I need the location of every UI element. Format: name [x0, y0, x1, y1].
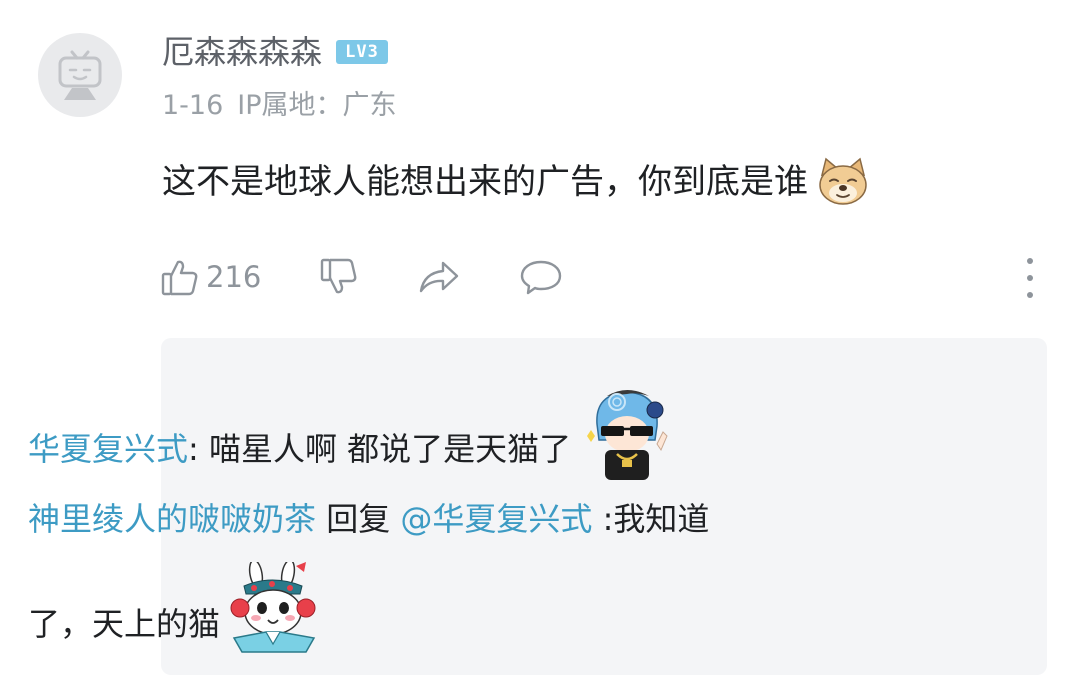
- reply-item: 神里绫人的啵啵奶茶 回复 @华夏复兴式 :我知道: [28, 497, 709, 541]
- reply-text: 了，天上的猫: [28, 605, 221, 643]
- reply-action: 回复: [316, 500, 401, 538]
- more-vertical-icon[interactable]: [1019, 258, 1041, 298]
- reply-button[interactable]: [519, 257, 563, 297]
- comment-header: 厄森森森森 LV3: [162, 32, 389, 72]
- dislike-button[interactable]: [319, 257, 359, 297]
- comment-text: 这不是地球人能想出来的广告，你到底是谁: [162, 162, 808, 202]
- comment-body: 这不是地球人能想出来的广告，你到底是谁: [162, 157, 870, 207]
- reply-text: 喵星人啊 都说了是天猫了: [208, 430, 572, 468]
- share-button[interactable]: [417, 257, 461, 297]
- reply-username[interactable]: 神里绫人的啵啵奶茶: [28, 497, 316, 541]
- reply-item: 华夏复兴式: 喵星人啊 都说了是天猫了: [28, 390, 677, 484]
- reply-mention[interactable]: @华夏复兴式: [400, 497, 592, 541]
- reply-text: :我知道: [592, 500, 710, 538]
- username[interactable]: 厄森森森森: [162, 32, 322, 72]
- comment-actions: 216: [160, 252, 621, 302]
- avatar-placeholder-icon: [58, 50, 102, 100]
- reply-icon: [521, 260, 562, 295]
- sunglasses-character-sticker: [587, 390, 668, 480]
- like-count: 216: [206, 260, 262, 294]
- level-badge: LV3: [336, 40, 389, 64]
- reply-separator: :: [188, 430, 209, 468]
- like-button[interactable]: 216: [160, 257, 261, 297]
- comment-meta: 1-16 IP属地：广东: [162, 88, 397, 124]
- thumbs-down-icon: [321, 258, 357, 294]
- reply-item-continued: 了，天上的猫: [28, 562, 322, 658]
- doge-sticker: [819, 157, 867, 205]
- user-avatar[interactable]: [38, 33, 122, 117]
- rabbit-opera-sticker: [230, 562, 316, 653]
- share-icon: [420, 261, 459, 293]
- comment-date: 1-16: [162, 90, 224, 121]
- thumbs-up-icon: [161, 260, 198, 296]
- reply-username[interactable]: 华夏复兴式: [28, 427, 188, 471]
- ip-location: IP属地：广东: [237, 90, 397, 121]
